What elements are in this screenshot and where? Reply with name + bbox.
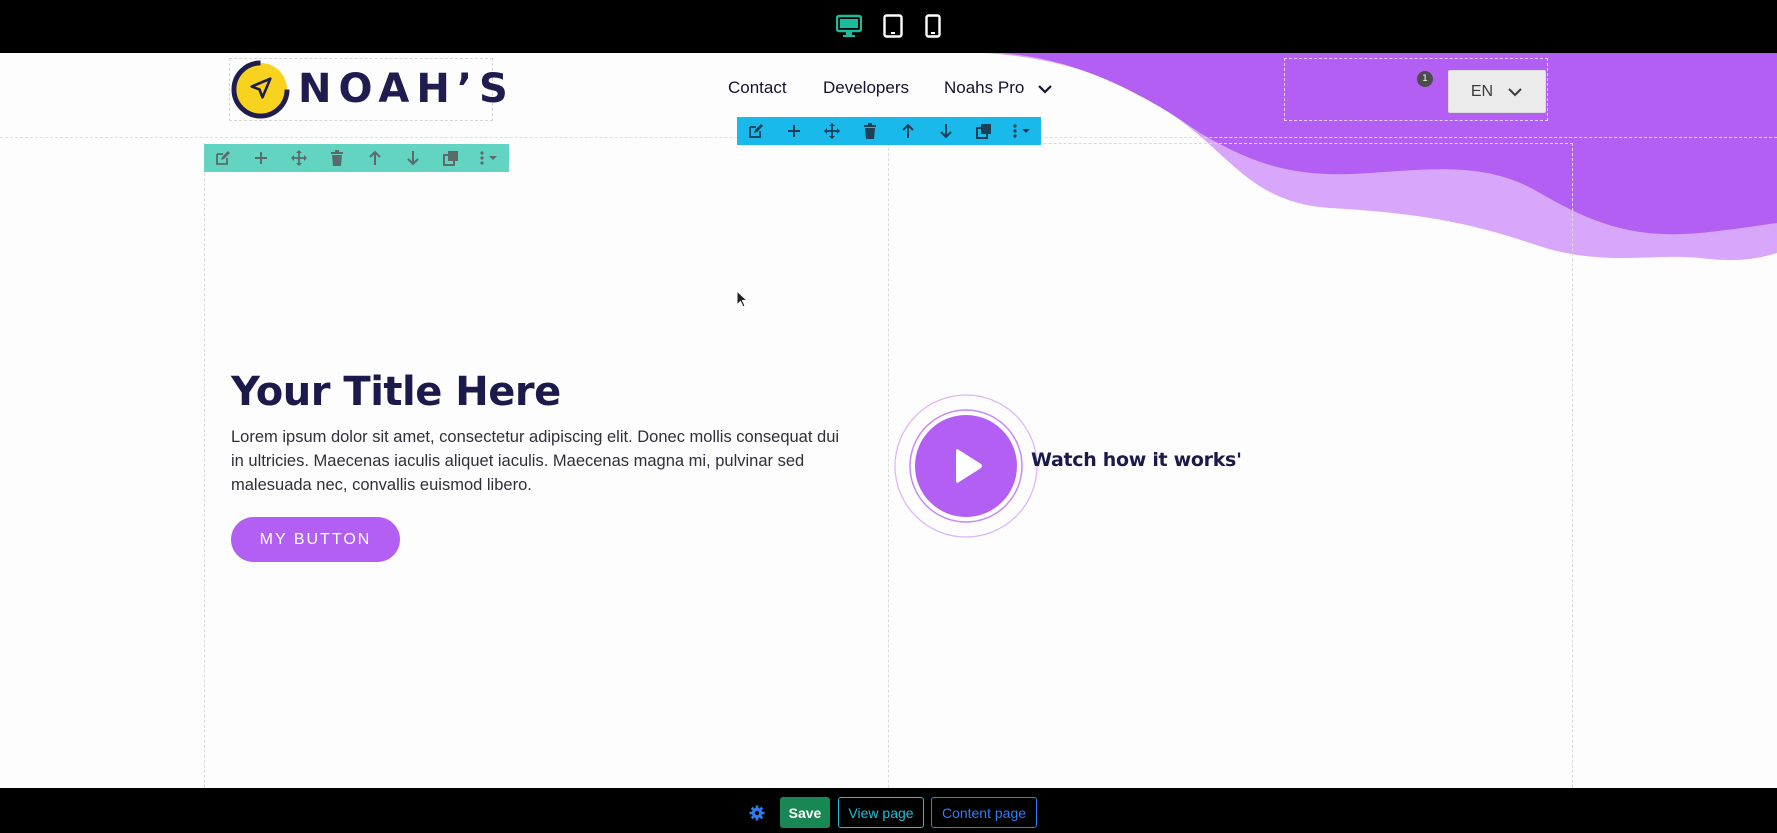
language-selector[interactable]: EN bbox=[1448, 70, 1546, 113]
hero-paragraph: Lorem ipsum dolor sit amet, consectetur … bbox=[231, 428, 840, 494]
mobile-icon[interactable] bbox=[920, 13, 946, 39]
move-icon[interactable] bbox=[280, 144, 318, 172]
mouse-cursor-icon bbox=[736, 290, 748, 308]
add-icon[interactable] bbox=[775, 117, 813, 145]
watch-video-link[interactable]: Watch how it works' bbox=[1031, 449, 1242, 471]
column-toolbar bbox=[204, 144, 509, 172]
arrow-up-icon[interactable] bbox=[889, 117, 927, 145]
arrow-up-icon[interactable] bbox=[356, 144, 394, 172]
logo-icon[interactable] bbox=[231, 60, 290, 119]
more-icon[interactable] bbox=[470, 144, 508, 172]
tablet-icon[interactable] bbox=[880, 13, 906, 39]
nav-noahs-pro[interactable]: Noahs Pro bbox=[944, 78, 1024, 98]
desktop-icon[interactable] bbox=[836, 13, 862, 39]
chevron-down-icon bbox=[1508, 87, 1522, 96]
logo-text: NOAH’S bbox=[298, 66, 515, 112]
play-icon[interactable] bbox=[893, 393, 1039, 539]
nav-developers[interactable]: Developers bbox=[823, 78, 909, 98]
delete-icon[interactable] bbox=[318, 144, 356, 172]
chevron-down-icon[interactable] bbox=[1036, 80, 1054, 98]
notification-badge: 1 bbox=[1417, 71, 1433, 87]
my-button[interactable]: MY BUTTON bbox=[231, 517, 400, 562]
view-page-button[interactable]: View page bbox=[838, 797, 924, 828]
language-label: EN bbox=[1470, 82, 1494, 100]
hero-title: Your Title Here bbox=[231, 369, 561, 415]
duplicate-icon[interactable] bbox=[965, 117, 1003, 145]
edit-icon[interactable] bbox=[204, 144, 242, 172]
nav-contact[interactable]: Contact bbox=[728, 78, 787, 98]
device-switcher-bar bbox=[0, 0, 1777, 53]
delete-icon[interactable] bbox=[851, 117, 889, 145]
edit-icon[interactable] bbox=[737, 117, 775, 145]
move-icon[interactable] bbox=[813, 117, 851, 145]
add-icon[interactable] bbox=[242, 144, 280, 172]
row-toolbar bbox=[737, 117, 1041, 145]
arrow-down-icon[interactable] bbox=[394, 144, 432, 172]
save-button[interactable]: Save bbox=[780, 797, 830, 828]
gear-icon[interactable] bbox=[749, 805, 765, 821]
content-page-button[interactable]: Content page bbox=[931, 797, 1037, 828]
more-icon[interactable] bbox=[1003, 117, 1041, 145]
arrow-down-icon[interactable] bbox=[927, 117, 965, 145]
duplicate-icon[interactable] bbox=[432, 144, 470, 172]
